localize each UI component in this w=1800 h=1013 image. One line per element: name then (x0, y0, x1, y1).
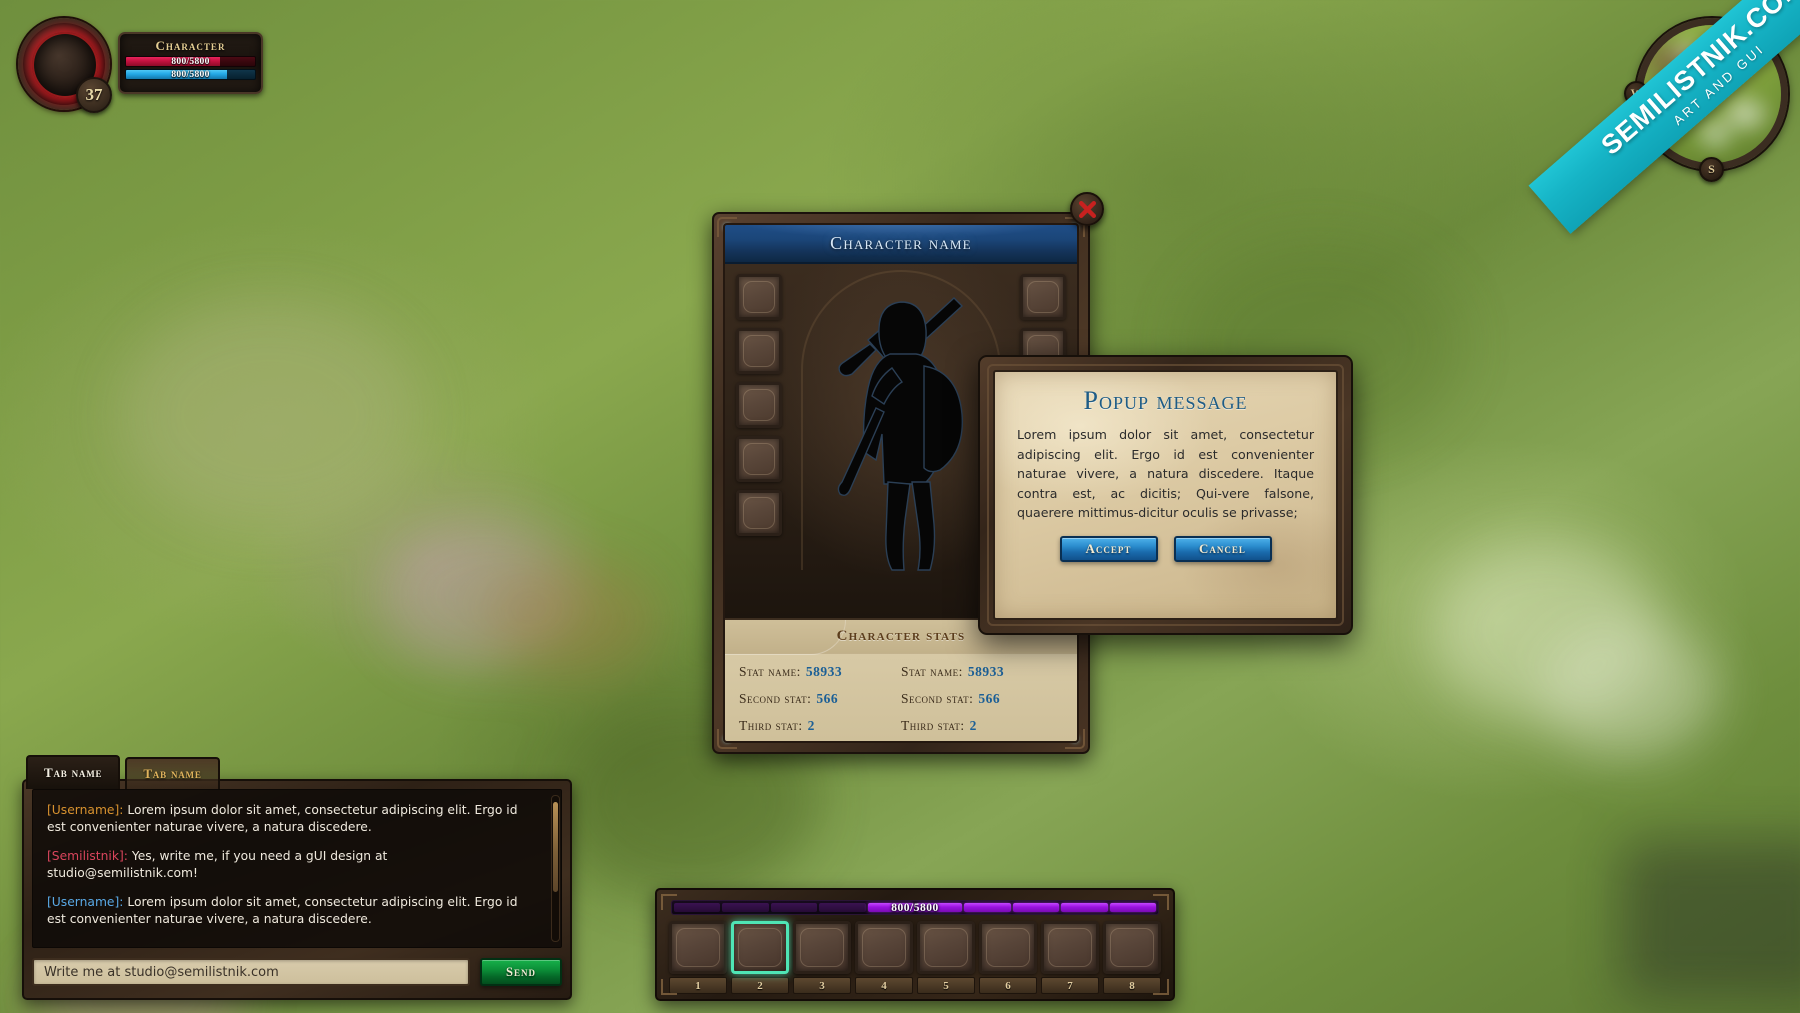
close-x-icon (1078, 200, 1096, 218)
popup-frame: Popup message Lorem ipsum dolor sit amet… (978, 355, 1353, 635)
chat-message: [Username]: Lorem ipsum dolor sit amet, … (47, 894, 539, 929)
hud-character-title: Character (155, 38, 226, 53)
stat-label: Second stat: (901, 690, 974, 706)
experience-bar: 800/5800 (671, 900, 1159, 915)
character-stats-section: Character stats Stat name: 58933 Stat name… (725, 618, 1077, 741)
action-slot-7[interactable] (1041, 921, 1099, 974)
stat-value: 58933 (967, 663, 1005, 679)
equipment-slot-left-3[interactable] (736, 382, 782, 428)
popup-dialog: Popup message Lorem ipsum dolor sit amet… (978, 355, 1353, 635)
equipment-slot-left-2[interactable] (736, 328, 782, 374)
action-bar-slots: 12345678 (667, 921, 1163, 994)
close-button[interactable] (1070, 192, 1104, 226)
player-hud: 37 Character 800/5800 800/5800 (18, 18, 268, 118)
action-slot-cell-6: 6 (979, 921, 1037, 994)
popup-body-text: Lorem ipsum dolor sit amet, consectetur … (1017, 427, 1314, 521)
chat-scrollbar-thumb[interactable] (553, 801, 558, 892)
equipment-slot-left-5[interactable] (736, 490, 782, 536)
health-bar: 800/5800 (125, 56, 256, 67)
stat-row: Third stat: 2 (739, 712, 901, 739)
chat-tab-2[interactable]: Tab name (125, 757, 220, 789)
accept-button[interactable]: Accept (1059, 535, 1158, 562)
chat-message-author: [Username]: (47, 894, 128, 909)
stat-value: 58933 (805, 663, 843, 679)
stat-value: 566 (816, 690, 839, 706)
character-silhouette-icon (837, 297, 964, 571)
mana-bar: 800/5800 (125, 69, 256, 80)
health-bar-label: 800/5800 (171, 57, 210, 67)
chat-message-author: [Semilistnik]: (47, 848, 132, 863)
stat-value: 2 (969, 717, 977, 733)
action-slot-key-5: 5 (917, 977, 975, 994)
stat-row: Third stat: 2 (901, 712, 1063, 739)
action-slot-2[interactable] (731, 921, 789, 974)
action-bar-frame: 800/5800 12345678 (655, 888, 1175, 1001)
stat-row: Second stat: 566 (901, 685, 1063, 712)
equipment-slot-left-1[interactable] (736, 274, 782, 320)
cancel-button[interactable]: Cancel (1173, 535, 1272, 562)
action-slot-cell-2: 2 (731, 921, 789, 994)
actionbar-corner-bl (661, 979, 677, 995)
level-badge: 37 (76, 77, 112, 113)
character-stats-grid: Stat name: 58933 Stat name: 58933 Second sta… (725, 654, 1077, 739)
action-slot-cell-1: 1 (669, 921, 727, 994)
chat-scrollbar[interactable] (551, 795, 560, 942)
chat-tab-1[interactable]: Tab name (26, 755, 121, 789)
chat-panel: [Username]: Lorem ipsum dolor sit amet, … (22, 755, 572, 1000)
action-slot-6[interactable] (979, 921, 1037, 974)
stat-row: Stat name: 58933 (739, 658, 901, 685)
chat-input[interactable]: Write me at studio@semilistnik.com (32, 958, 470, 986)
action-slot-key-3: 3 (793, 977, 851, 994)
popup-title: Popup message (1083, 386, 1248, 415)
chat-input-row: Write me at studio@semilistnik.com Send (32, 953, 562, 991)
chat-frame: [Username]: Lorem ipsum dolor sit amet, … (22, 779, 572, 1000)
action-slot-cell-4: 4 (855, 921, 913, 994)
action-slot-key-7: 7 (1041, 977, 1099, 994)
stat-row: Second stat: 566 (739, 685, 901, 712)
compass-south: S (1699, 157, 1724, 182)
popup-paper: Popup message Lorem ipsum dolor sit amet… (993, 370, 1338, 620)
equipment-slots-left (736, 274, 782, 536)
action-slot-5[interactable] (917, 921, 975, 974)
mana-bar-label: 800/5800 (171, 70, 210, 80)
stat-value: 2 (807, 717, 815, 733)
action-slot-cell-7: 7 (1041, 921, 1099, 994)
action-slot-4[interactable] (855, 921, 913, 974)
action-slot-cell-3: 3 (793, 921, 851, 994)
character-name-title: Character name (830, 233, 972, 253)
action-slot-1[interactable] (669, 921, 727, 974)
action-slot-8[interactable] (1103, 921, 1161, 974)
action-slot-key-1: 1 (669, 977, 727, 994)
action-bar: 800/5800 12345678 (655, 888, 1175, 1001)
popup-button-row: Accept Cancel (995, 535, 1336, 562)
equipment-slot-right-1[interactable] (1020, 274, 1066, 320)
action-slot-key-2: 2 (731, 977, 789, 994)
hud-stats-plate: Character 800/5800 800/5800 (118, 32, 263, 94)
stat-value: 566 (978, 690, 1001, 706)
actionbar-corner-br (1153, 979, 1169, 995)
stat-label: Third stat: (901, 717, 965, 733)
chat-message: [Semilistnik]: Yes, write me, if you nee… (47, 848, 539, 883)
experience-bar-label: 800/5800 (891, 901, 939, 914)
stat-label: Stat name: (901, 663, 963, 679)
action-slot-3[interactable] (793, 921, 851, 974)
action-slot-cell-5: 5 (917, 921, 975, 994)
action-slot-key-4: 4 (855, 977, 913, 994)
stat-label: Stat name: (739, 663, 801, 679)
equipment-slot-left-4[interactable] (736, 436, 782, 482)
stat-label: Third stat: (739, 717, 803, 733)
chat-tabs: Tab name Tab name (26, 755, 220, 789)
stat-row: Stat name: 58933 (901, 658, 1063, 685)
character-panel-titlebar: Character name (725, 225, 1077, 264)
action-slot-key-6: 6 (979, 977, 1037, 994)
stat-label: Second stat: (739, 690, 812, 706)
chat-log: [Username]: Lorem ipsum dolor sit amet, … (32, 789, 562, 948)
chat-message: [Username]: Lorem ipsum dolor sit amet, … (47, 802, 539, 837)
send-button[interactable]: Send (480, 958, 562, 986)
chat-message-author: [Username]: (47, 803, 128, 817)
